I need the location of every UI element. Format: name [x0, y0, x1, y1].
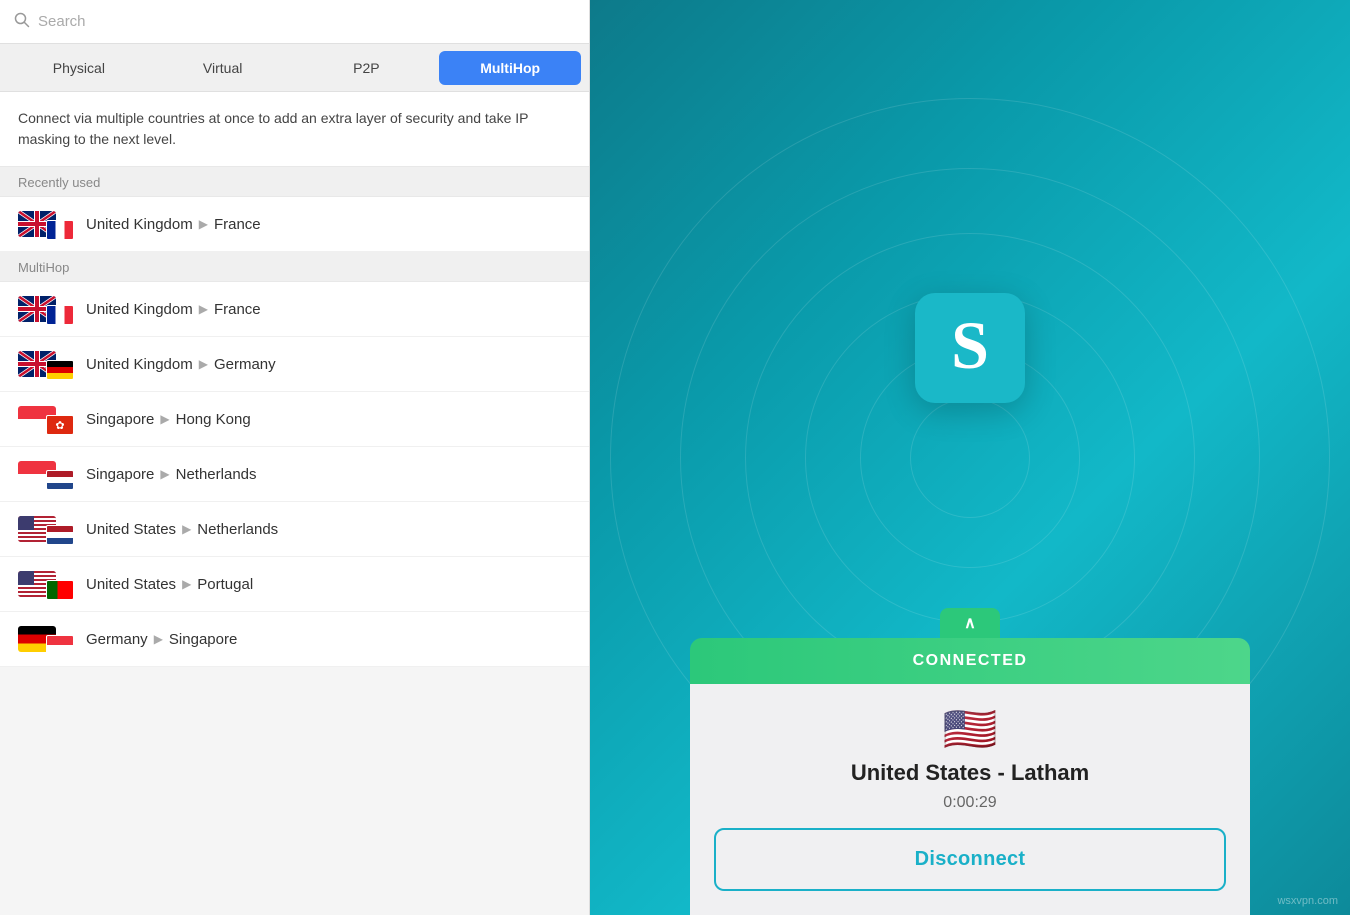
- list-item[interactable]: United Kingdom ▶ Germany: [0, 337, 589, 392]
- server-list: Recently used United Kingdom ▶: [0, 167, 589, 915]
- right-panel: S ∧ CONNECTED 🇺🇸 United States - Latham …: [590, 0, 1350, 915]
- search-bar: [0, 0, 589, 44]
- route-text: Germany ▶ Singapore: [86, 631, 237, 648]
- pt-flag-small: [46, 580, 74, 600]
- flag-pair: [18, 461, 74, 487]
- to-country: Hong Kong: [176, 411, 251, 428]
- route-text: Singapore ▶ Netherlands: [86, 466, 257, 483]
- from-country: United Kingdom: [86, 216, 193, 233]
- tab-physical[interactable]: Physical: [8, 51, 150, 85]
- section-multihop: MultiHop: [0, 252, 589, 282]
- connected-status: CONNECTED: [913, 652, 1028, 669]
- tab-virtual[interactable]: Virtual: [152, 51, 294, 85]
- to-country: Portugal: [197, 576, 253, 593]
- from-country: Germany: [86, 631, 148, 648]
- arrow-icon: ▶: [160, 412, 169, 426]
- route-text: United Kingdom ▶ France: [86, 301, 261, 318]
- flag-pair: [18, 351, 74, 377]
- route-text: United Kingdom ▶ Germany: [86, 356, 276, 373]
- nl-flag-small: [46, 525, 74, 545]
- from-country: Singapore: [86, 411, 154, 428]
- arrow-icon: ▶: [154, 632, 163, 646]
- tabs-bar: Physical Virtual P2P MultiHop: [0, 44, 589, 92]
- arrow-icon: ▶: [182, 577, 191, 591]
- list-item[interactable]: United Kingdom ▶ France: [0, 282, 589, 337]
- flag-pair: [18, 211, 74, 237]
- de-flag-small: [46, 360, 74, 380]
- connection-timer: 0:00:29: [943, 794, 996, 812]
- arrow-icon: ▶: [199, 357, 208, 371]
- chevron-up-icon: ∧: [964, 613, 976, 633]
- search-input[interactable]: [38, 13, 575, 30]
- country-name: United States - Latham: [851, 760, 1089, 786]
- hk-flag-small: ✿: [46, 415, 74, 435]
- arrow-icon: ▶: [160, 467, 169, 481]
- to-country: Singapore: [169, 631, 237, 648]
- info-card: 🇺🇸 United States - Latham 0:00:29 Discon…: [690, 684, 1250, 915]
- left-panel: Physical Virtual P2P MultiHop Connect vi…: [0, 0, 590, 915]
- from-country: Singapore: [86, 466, 154, 483]
- list-item[interactable]: Germany ▶ Singapore: [0, 612, 589, 667]
- list-item[interactable]: United States ▶ Portugal: [0, 557, 589, 612]
- fr-flag-small: [46, 220, 74, 240]
- list-item[interactable]: United Kingdom ▶ France: [0, 197, 589, 252]
- app-logo: S: [915, 293, 1025, 403]
- arrow-icon: ▶: [182, 522, 191, 536]
- arrow-icon: ▶: [199, 217, 208, 231]
- arrow-icon: ▶: [199, 302, 208, 316]
- fr-flag-small: [46, 305, 74, 325]
- from-country: United Kingdom: [86, 356, 193, 373]
- route-text: Singapore ▶ Hong Kong: [86, 411, 251, 428]
- connected-banner: CONNECTED: [690, 638, 1250, 684]
- to-country: Germany: [214, 356, 276, 373]
- route-text: United States ▶ Portugal: [86, 576, 253, 593]
- flag-pair: [18, 571, 74, 597]
- list-item[interactable]: ✿ Singapore ▶ Hong Kong: [0, 392, 589, 447]
- list-item[interactable]: United States ▶ Netherlands: [0, 502, 589, 557]
- watermark: wsxvpn.com: [1277, 895, 1338, 907]
- to-country: Netherlands: [176, 466, 257, 483]
- route-text: United States ▶ Netherlands: [86, 521, 278, 538]
- route-text: United Kingdom ▶ France: [86, 216, 261, 233]
- from-country: United States: [86, 576, 176, 593]
- chevron-button[interactable]: ∧: [940, 608, 1000, 638]
- search-icon: [14, 12, 30, 32]
- to-country: France: [214, 301, 261, 318]
- flag-pair: [18, 296, 74, 322]
- section-recently-used: Recently used: [0, 167, 589, 197]
- multihop-description: Connect via multiple countries at once t…: [0, 92, 589, 167]
- sg-flag-small: [46, 635, 74, 655]
- flag-pair: [18, 626, 74, 652]
- to-country: Netherlands: [197, 521, 278, 538]
- bottom-area: ∧ CONNECTED 🇺🇸 United States - Latham 0:…: [590, 608, 1350, 915]
- from-country: United Kingdom: [86, 301, 193, 318]
- flag-pair: [18, 516, 74, 542]
- tab-p2p[interactable]: P2P: [296, 51, 438, 85]
- country-flag: 🇺🇸: [943, 708, 998, 752]
- flag-pair: ✿: [18, 406, 74, 432]
- from-country: United States: [86, 521, 176, 538]
- svg-text:S: S: [951, 308, 989, 383]
- nl-flag-small: [46, 470, 74, 490]
- to-country: France: [214, 216, 261, 233]
- list-item[interactable]: Singapore ▶ Netherlands: [0, 447, 589, 502]
- disconnect-button[interactable]: Disconnect: [714, 828, 1226, 891]
- tab-multihop[interactable]: MultiHop: [439, 51, 581, 85]
